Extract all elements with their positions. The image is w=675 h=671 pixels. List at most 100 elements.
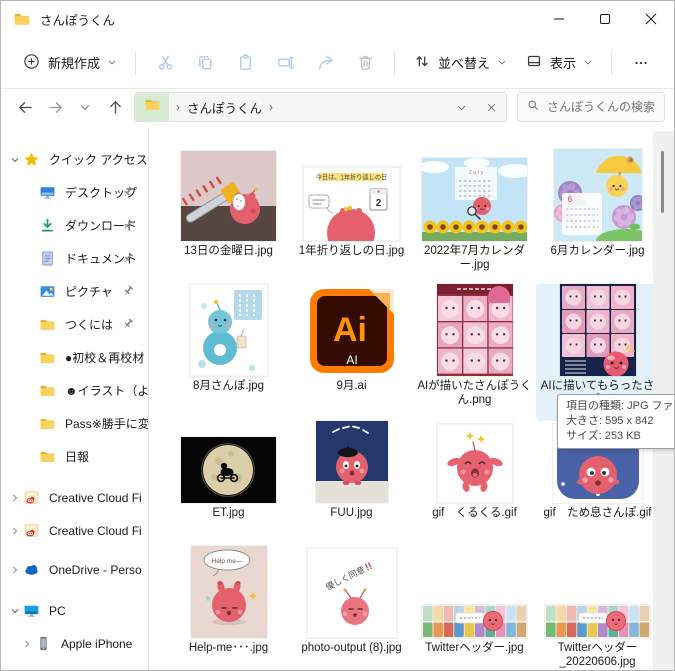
chevron-right-icon[interactable] [7, 564, 23, 576]
file-tile[interactable]: Twitterヘッダー_20220606.jpg [536, 546, 659, 670]
view-button-label: 表示 [550, 56, 577, 71]
pin-icon[interactable] [121, 284, 135, 301]
sidebar-item-label: クイック アクセス [49, 153, 148, 167]
toolbar: 新規作成 並べ替え 表示 [1, 37, 674, 89]
file-thumbnail [413, 284, 536, 376]
scrollbar-thumb[interactable] [661, 151, 664, 213]
sidebar-item--[interactable]: ダウンロード [1, 209, 148, 242]
sidebar-item--[interactable]: クイック アクセス [1, 143, 148, 176]
file-name: Help-me･･･.jpg [188, 642, 269, 654]
file-thumbnail [536, 284, 659, 376]
cut-button[interactable] [145, 45, 185, 81]
sidebar-item-label: ☻イラスト（よけ [65, 384, 148, 398]
up-button[interactable] [100, 92, 130, 122]
file-name: Twitterヘッダー_20220606.jpg [557, 642, 638, 668]
file-thumbnail: 優しく同意!! [290, 546, 413, 638]
address-bar[interactable]: › さんぽうくん › [134, 92, 507, 122]
chevron-right-icon[interactable] [7, 492, 23, 504]
breadcrumb[interactable]: さんぽうくん [187, 98, 262, 117]
minimize-button[interactable] [536, 1, 582, 37]
pin-icon[interactable] [121, 185, 135, 202]
sidebar-item--[interactable]: つくには [1, 308, 148, 341]
file-name: AIが描いたさんぽうくん.png [417, 380, 532, 406]
search-input[interactable] [547, 100, 659, 114]
address-dropdown-button[interactable] [446, 93, 476, 121]
sidebar-item-pc[interactable]: PC [1, 594, 148, 627]
navigation-bar: › さんぽうくん › [1, 89, 674, 127]
file-tile[interactable]: FUU.jpg [290, 421, 413, 546]
file-tile[interactable]: AIが描いたさんぽうくん.png [413, 284, 536, 421]
share-button[interactable] [305, 45, 345, 81]
close-button[interactable] [628, 1, 674, 37]
new-button[interactable]: 新規作成 [13, 45, 126, 81]
pictures-icon [39, 283, 56, 300]
file-name: FUU.jpg [330, 507, 373, 519]
chevron-down-icon [497, 55, 507, 70]
folder-icon [39, 448, 56, 465]
maximize-button[interactable] [582, 1, 628, 37]
svg-text:2: 2 [376, 198, 382, 209]
file-thumbnail [167, 284, 290, 376]
sidebar-item-label: Pass※勝手に変 [65, 417, 148, 431]
file-tile[interactable]: 8月さんぽ.jpg [167, 284, 290, 421]
sidebar-item--[interactable]: ドキュメント [1, 242, 148, 275]
sidebar-item--[interactable]: ☻イラスト（よけ [1, 374, 148, 407]
file-tile[interactable]: 優しく同意!! photo-output (8).jpg [290, 546, 413, 670]
file-tile[interactable]: Ai AI 9月.ai [290, 284, 413, 421]
sidebar-item-creative-cloud-fi[interactable]: Creative Cloud Fi [1, 514, 148, 547]
sort-button[interactable]: 並べ替え [404, 45, 516, 80]
sidebar-item-pass-[interactable]: Pass※勝手に変 [1, 407, 148, 440]
file-thumbnail: Ai AI [290, 284, 413, 376]
file-thumbnail [536, 546, 659, 638]
file-tile[interactable]: Twitterヘッダー.jpg [413, 546, 536, 670]
cc-icon [23, 522, 40, 539]
breadcrumb-chevron-icon[interactable]: › [269, 100, 273, 114]
file-tile[interactable]: 6 6月カレンダー.jpg [536, 149, 659, 284]
view-button[interactable]: 表示 [516, 45, 602, 80]
sidebar-item-label: ピクチャ [65, 285, 113, 299]
stop-button[interactable] [476, 93, 506, 121]
file-tile[interactable]: Help me— Help-me･･･.jpg [167, 546, 290, 670]
search-box[interactable] [517, 92, 665, 122]
paste-button[interactable] [225, 45, 265, 81]
sidebar-item--[interactable]: ●初校＆再校材 [1, 341, 148, 374]
chevron-down-icon[interactable] [7, 154, 23, 166]
breadcrumb-chevron-icon: › [176, 100, 180, 114]
back-button[interactable] [10, 92, 40, 122]
svg-text:Help me—: Help me— [211, 558, 242, 565]
sidebar-item-apple-iphone[interactable]: Apple iPhone [1, 627, 148, 660]
pin-icon[interactable] [121, 218, 135, 235]
forward-button[interactable] [40, 92, 70, 122]
copy-button[interactable] [185, 45, 225, 81]
file-name: 1年折り返しの日.jpg [298, 245, 405, 257]
file-tile[interactable]: 13日の金曜日.jpg [167, 149, 290, 284]
svg-text:6: 6 [567, 195, 572, 204]
sidebar-item--[interactable]: 日報 [1, 440, 148, 473]
chevron-down-icon[interactable] [7, 605, 23, 617]
recent-locations-button[interactable] [70, 92, 100, 122]
file-tile[interactable]: 今日は、1年折り返しの日 2 1年折り返しの日.jpg [290, 149, 413, 284]
file-tile[interactable]: ET.jpg [167, 421, 290, 546]
sidebar-item--[interactable]: デスクトップ [1, 176, 148, 209]
chevron-right-icon[interactable] [7, 525, 23, 537]
sidebar-item-label: Creative Cloud Fi [49, 490, 142, 505]
sidebar-item-onedrive-perso[interactable]: OneDrive - Perso [1, 553, 148, 586]
address-progress [135, 93, 169, 121]
sidebar-item-creative-cloud-fi[interactable]: Creative Cloud Fi [1, 481, 148, 514]
sidebar-item--[interactable]: ピクチャ [1, 275, 148, 308]
pin-icon[interactable] [121, 251, 135, 268]
svg-text:J u l y: J u l y [469, 170, 484, 176]
file-tile[interactable]: J u l y 2022年7月カレンダー.jpg [413, 149, 536, 284]
folder-icon [39, 382, 56, 399]
chevron-right-icon[interactable] [19, 638, 35, 650]
more-button[interactable] [621, 45, 661, 81]
rename-button[interactable] [265, 45, 305, 81]
file-thumbnail [167, 149, 290, 241]
sidebar: クイック アクセス デスクトップ ダウンロード ドキュメント ピクチャ つくには ●初校＆再… [1, 127, 148, 670]
delete-button[interactable] [345, 45, 385, 81]
sidebar-item--[interactable]: ダウンロード [1, 660, 148, 670]
sidebar-item-label: Creative Cloud Fi [49, 523, 142, 538]
file-tile[interactable]: gif くるくる.gif [413, 421, 536, 546]
pin-icon[interactable] [121, 317, 135, 334]
new-button-label: 新規作成 [48, 56, 101, 71]
